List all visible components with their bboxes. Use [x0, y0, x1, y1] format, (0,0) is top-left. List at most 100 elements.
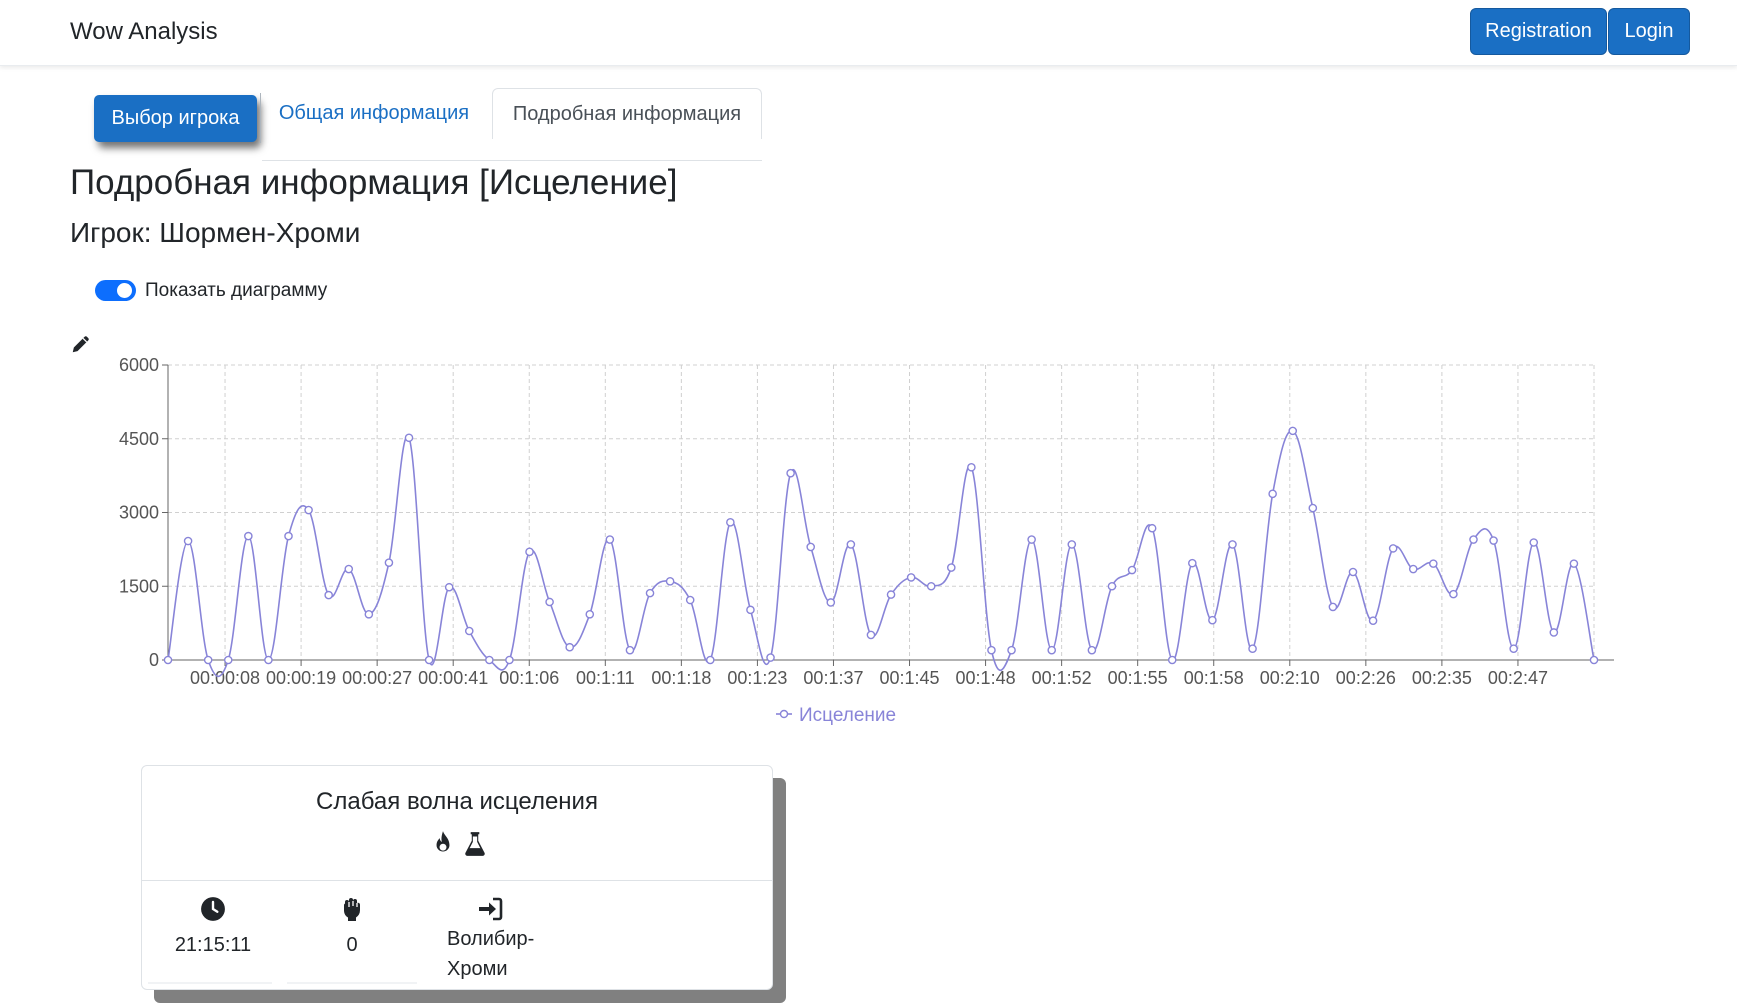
data-point — [1007, 645, 1016, 655]
data-point — [826, 598, 836, 607]
data-point — [565, 642, 574, 652]
data-point — [1067, 540, 1077, 549]
registration-button[interactable]: Registration — [1470, 8, 1607, 55]
data-point — [1308, 503, 1318, 513]
x-tick-label: 00:1:23 — [727, 668, 787, 688]
stat-time: 21:15:11 — [148, 896, 278, 957]
data-point — [746, 605, 755, 615]
select-player-button[interactable]: Выбор игрока — [94, 95, 257, 142]
hit-count: 0 — [346, 934, 358, 956]
data-point — [866, 630, 876, 640]
y-tick-label: 0 — [149, 650, 159, 670]
data-point — [1529, 538, 1539, 547]
data-point — [1107, 581, 1117, 591]
page-title: Подробная информация [Исцеление] — [70, 163, 678, 202]
fire-icon — [436, 831, 450, 852]
tab-detailed-info[interactable]: Подробная информация — [492, 88, 762, 139]
data-point — [1449, 589, 1458, 599]
flask-icon — [465, 832, 485, 856]
data-point — [1489, 536, 1498, 545]
player-name: Игрок: Шормен-Хроми — [70, 217, 361, 248]
data-point — [1549, 628, 1559, 637]
data-point — [424, 655, 434, 665]
data-point — [364, 609, 374, 619]
fist-icon — [343, 898, 361, 921]
data-point — [625, 645, 635, 655]
data-point — [585, 609, 595, 619]
data-point — [264, 655, 273, 665]
x-tick-label: 00:00:08 — [190, 668, 260, 688]
card-divider — [142, 880, 772, 881]
healing-line-chart: 01500300045006000 00:00:08 00:00:19 00:00:… — [119, 355, 1614, 726]
spell-card: Слабая волна исцеления 21:15:11 0 Волиби… — [141, 765, 773, 990]
x-axis-ticks: 00:00:08 00:00:19 00:00:27 00:00:41 00:1:06 0… — [190, 660, 1548, 688]
data-point — [766, 653, 775, 662]
x-tick-label: 00:1:06 — [499, 668, 559, 688]
data-point — [404, 433, 414, 443]
tab-general-info[interactable]: Общая информация — [262, 88, 486, 139]
data-point — [645, 588, 655, 598]
show-chart-toggle[interactable] — [95, 280, 136, 301]
data-point — [304, 505, 313, 515]
data-point — [284, 531, 293, 541]
data-point — [1408, 564, 1418, 574]
data-point — [1429, 559, 1438, 568]
x-tick-label: 00:1:45 — [879, 668, 939, 688]
data-point — [665, 577, 675, 586]
data-point — [344, 564, 354, 574]
data-point — [485, 655, 494, 665]
x-tick-label: 00:2:10 — [1260, 668, 1320, 688]
data-point — [1388, 544, 1398, 553]
cast-time: 21:15:11 — [174, 934, 252, 956]
data-point — [926, 581, 936, 591]
y-tick-label: 3000 — [119, 503, 159, 523]
x-tick-label: 00:2:47 — [1488, 668, 1548, 688]
data-point — [1368, 616, 1378, 625]
stat-count: 0 — [287, 896, 417, 957]
data-point — [1348, 567, 1358, 577]
x-tick-label: 00:00:19 — [266, 668, 336, 688]
series-points — [163, 426, 1599, 665]
data-point — [1248, 644, 1257, 653]
x-tick-label: 00:00:27 — [342, 668, 412, 688]
data-point — [786, 468, 795, 478]
stat-target: Волибир-Хроми — [447, 896, 567, 984]
data-point — [1127, 565, 1137, 575]
data-point — [324, 590, 333, 600]
data-point — [1087, 645, 1097, 655]
spell-title: Слабая волна исцеления — [316, 788, 598, 815]
clock-icon — [201, 897, 225, 921]
x-tick-label: 00:1:48 — [956, 668, 1016, 688]
data-point — [1188, 558, 1197, 568]
sign-in-icon — [479, 897, 503, 921]
data-point — [464, 626, 474, 636]
data-point — [1047, 645, 1057, 655]
y-tick-label: 4500 — [119, 429, 159, 449]
brand-title[interactable]: Wow Analysis — [70, 18, 218, 46]
y-axis-ticks: 0 1500 3000 4500 6000 — [119, 355, 168, 670]
stat-underline-count — [287, 982, 417, 984]
target-name: Волибир-Хроми — [447, 928, 535, 980]
data-point — [505, 655, 514, 665]
data-point — [203, 655, 213, 665]
login-button[interactable]: Login — [1608, 8, 1690, 55]
x-tick-label: 00:1:18 — [651, 668, 711, 688]
data-point — [1268, 489, 1277, 499]
data-point — [685, 595, 695, 605]
data-point — [1328, 602, 1338, 612]
navbar: Wow Analysis Registration Login — [0, 0, 1737, 66]
x-tick-label: 00:1:37 — [803, 668, 863, 688]
data-point — [726, 518, 735, 527]
data-point — [967, 462, 976, 472]
y-tick-label: 6000 — [119, 355, 159, 375]
data-point — [1027, 535, 1036, 544]
data-point — [1288, 426, 1298, 436]
data-point — [1569, 559, 1579, 568]
data-point — [1589, 655, 1599, 665]
data-point — [444, 582, 454, 592]
x-tick-label: 00:1:52 — [1032, 668, 1092, 688]
show-chart-label[interactable]: Показать диаграмму — [145, 280, 327, 302]
legend-label-healing: Исцеление — [799, 705, 896, 726]
data-point — [1469, 535, 1478, 544]
data-point — [545, 597, 554, 607]
